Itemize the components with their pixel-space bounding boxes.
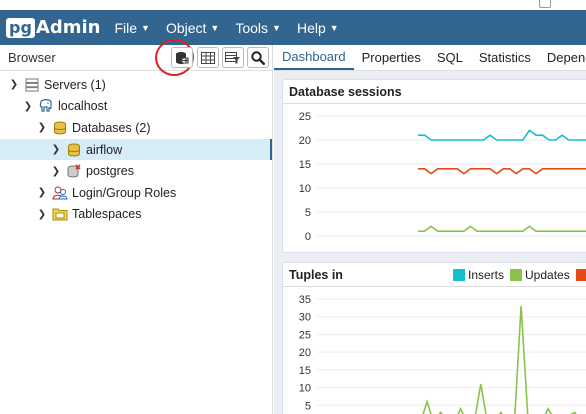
chrome-control-icon bbox=[539, 0, 551, 8]
tree-node-airflow[interactable]: ❯ airflow bbox=[0, 138, 272, 161]
tree-node-postgres[interactable]: ❯ postgres bbox=[0, 160, 272, 182]
chevron-down-icon: ▼ bbox=[141, 22, 150, 33]
view-data-button[interactable] bbox=[197, 47, 219, 68]
tree-label: Servers (1) bbox=[44, 77, 106, 92]
search-objects-button[interactable] bbox=[247, 47, 269, 68]
menu-label: Help bbox=[296, 19, 326, 36]
legend-inserts[interactable]: Inserts bbox=[453, 268, 504, 282]
tab-bar: Dashboard Properties SQL Statistics Depe… bbox=[274, 45, 586, 71]
menu-file[interactable]: File ▼ bbox=[114, 20, 149, 36]
tree-label: Databases (2) bbox=[72, 120, 151, 135]
y-tick-label: 20 bbox=[299, 135, 311, 147]
tree-label: airflow bbox=[86, 142, 123, 157]
search-icon bbox=[251, 50, 265, 65]
database-sessions-panel: Database sessions 25 20 15 10 5 0 bbox=[282, 79, 586, 253]
y-tick-label: 30 bbox=[299, 312, 311, 324]
chevron-right-icon[interactable]: ❯ bbox=[50, 166, 62, 177]
tree-node-localhost[interactable]: ❯ localhost bbox=[0, 96, 272, 118]
chevron-down-icon: ▼ bbox=[210, 22, 220, 33]
query-tool-button[interactable] bbox=[171, 47, 193, 68]
tuples-in-panel: Tuples in Inserts Updates 35 30 25 20 15 10 5 bbox=[282, 262, 586, 414]
y-tick-label: 15 bbox=[299, 365, 311, 377]
chevron-right-icon[interactable]: ❯ bbox=[36, 187, 48, 198]
chevron-right-icon[interactable]: ❯ bbox=[36, 209, 48, 220]
panel-title: Database sessions bbox=[283, 80, 586, 104]
elephant-server-icon bbox=[38, 98, 54, 114]
menu-tools[interactable]: Tools ▼ bbox=[235, 20, 281, 36]
menu-label: Object bbox=[165, 19, 207, 36]
tab-properties[interactable]: Properties bbox=[354, 45, 429, 70]
filtered-rows-button[interactable] bbox=[222, 47, 244, 68]
database-disconnected-icon bbox=[66, 163, 82, 179]
tree-node-tablespaces[interactable]: ❯ Tablespaces bbox=[0, 204, 272, 226]
tab-sql[interactable]: SQL bbox=[429, 45, 471, 70]
table-grid-icon bbox=[201, 51, 215, 64]
tree-label: Tablespaces bbox=[72, 207, 142, 222]
logo-pg: pg bbox=[6, 17, 35, 38]
tree-label: postgres bbox=[86, 164, 134, 179]
series-line bbox=[418, 168, 586, 175]
menu-object[interactable]: Object ▼ bbox=[166, 20, 219, 36]
y-tick-label: 25 bbox=[299, 111, 311, 123]
chevron-down-icon[interactable]: ❯ bbox=[22, 101, 34, 112]
chart-legend: Inserts Updates bbox=[453, 268, 586, 282]
main-content: Dashboard Properties SQL Statistics Depe… bbox=[274, 45, 586, 414]
database-sessions-chart: 25 20 15 10 5 0 bbox=[299, 111, 586, 243]
tab-dependencies[interactable]: Depend bbox=[539, 45, 586, 70]
legend-label: Inserts bbox=[468, 268, 505, 282]
query-tool-icon bbox=[176, 51, 189, 64]
y-tick-label: 25 bbox=[299, 329, 311, 341]
tree-node-login-roles[interactable]: ❯ Login/Group Roles bbox=[0, 182, 272, 204]
y-tick-label: 0 bbox=[305, 231, 311, 243]
legend-label: Updates bbox=[525, 268, 570, 282]
legend-swatch bbox=[575, 269, 586, 281]
browser-toolbar bbox=[171, 47, 269, 68]
top-navbar: pg Admin File ▼ Object ▼ Tools ▼ Help ▼ bbox=[0, 10, 586, 45]
series-line bbox=[418, 225, 586, 232]
y-tick-label: 10 bbox=[299, 383, 311, 395]
y-tick-label: 15 bbox=[299, 159, 311, 171]
menu-help[interactable]: Help ▼ bbox=[297, 20, 339, 36]
object-tree: ❯ Servers (1) ❯ localhost ❯ Databases (2… bbox=[0, 71, 272, 225]
pgadmin-logo[interactable]: pg Admin bbox=[6, 17, 100, 38]
browser-chrome-strip bbox=[0, 0, 586, 10]
servers-icon bbox=[24, 77, 40, 93]
y-tick-label: 35 bbox=[299, 294, 311, 306]
menu-label: Tools bbox=[235, 19, 269, 36]
databases-icon bbox=[52, 120, 68, 136]
y-tick-label: 5 bbox=[305, 400, 311, 412]
browser-header: Browser bbox=[0, 36, 272, 79]
chevron-right-icon[interactable]: ❯ bbox=[50, 144, 62, 155]
y-tick-label: 10 bbox=[299, 183, 311, 195]
tree-label: localhost bbox=[58, 99, 108, 114]
y-tick-label: 5 bbox=[305, 207, 311, 219]
series-line bbox=[422, 306, 577, 414]
chevron-down-icon: ▼ bbox=[272, 22, 281, 33]
menu-label: File bbox=[114, 19, 138, 36]
legend-updates[interactable]: Updates bbox=[510, 268, 570, 282]
tab-statistics[interactable]: Statistics bbox=[471, 45, 539, 70]
browser-title: Browser bbox=[8, 50, 56, 65]
tree-node-servers[interactable]: ❯ Servers (1) bbox=[0, 74, 272, 96]
roles-icon bbox=[52, 185, 68, 201]
chevron-down-icon: ▼ bbox=[329, 22, 339, 33]
y-tick-label: 20 bbox=[299, 347, 311, 359]
tab-dashboard[interactable]: Dashboard bbox=[274, 45, 354, 70]
legend-swatch bbox=[453, 269, 465, 281]
chevron-down-icon[interactable]: ❯ bbox=[36, 122, 48, 133]
filter-table-icon bbox=[225, 51, 240, 63]
main-menu: File ▼ Object ▼ Tools ▼ Help ▼ bbox=[114, 20, 354, 36]
logo-admin: Admin bbox=[35, 17, 101, 38]
tree-node-databases[interactable]: ❯ Databases (2) bbox=[0, 117, 272, 139]
database-icon bbox=[66, 142, 82, 158]
tablespaces-icon bbox=[52, 206, 68, 222]
legend-deletes[interactable] bbox=[575, 268, 586, 282]
tree-label: Login/Group Roles bbox=[72, 185, 177, 200]
chevron-down-icon[interactable]: ❯ bbox=[8, 79, 20, 90]
browser-panel: Browser ❯ Servers (1) ❯ localhost ❯ Data… bbox=[0, 36, 273, 414]
tuples-in-chart: 35 30 25 20 15 10 5 bbox=[299, 294, 586, 414]
series-line bbox=[418, 129, 586, 141]
legend-swatch bbox=[510, 269, 523, 281]
